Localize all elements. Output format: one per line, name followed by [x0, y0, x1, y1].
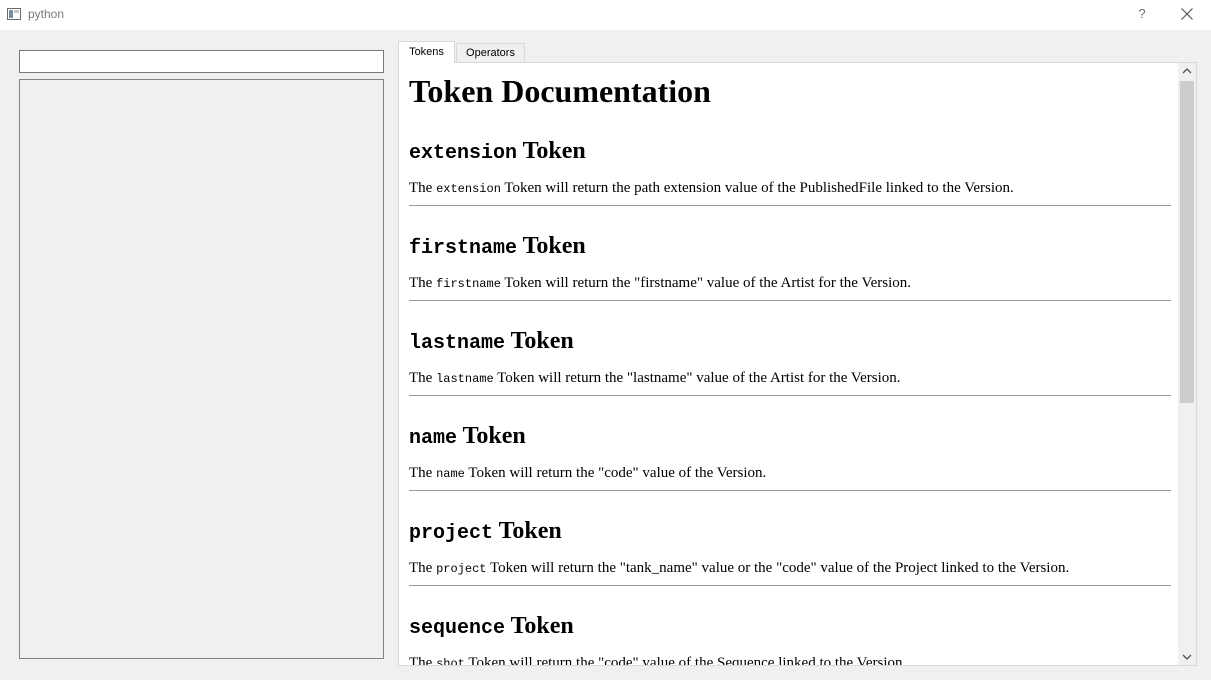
section-divider [409, 490, 1171, 491]
help-button[interactable]: ? [1130, 4, 1154, 24]
description-text: Token will return the "lastname" value o… [493, 370, 901, 386]
description-code: firstname [436, 277, 501, 291]
token-heading-suffix: Token [517, 233, 586, 259]
chevron-up-icon [1182, 68, 1192, 74]
scroll-down-button[interactable] [1178, 649, 1196, 665]
token-description: The project Token will return the "tank_… [409, 559, 1069, 578]
close-button[interactable] [1172, 4, 1202, 24]
token-heading: name Token [409, 422, 526, 453]
token-description: The extension Token will return the path… [409, 179, 1014, 198]
documentation-view[interactable]: Token Documentation extension Token The e… [398, 62, 1197, 666]
token-description: The shot Token will return the "code" va… [409, 654, 907, 666]
chevron-down-icon [1182, 654, 1192, 660]
token-section: extension Token The extension Token will … [409, 122, 1171, 217]
search-input[interactable] [19, 50, 384, 73]
description-text: The [409, 370, 437, 386]
token-description: The name Token will return the "code" va… [409, 464, 766, 483]
documentation-content: Token Documentation extension Token The e… [409, 63, 1171, 666]
token-name: sequence [409, 617, 506, 640]
token-heading: firstname Token [409, 232, 586, 263]
scroll-up-button[interactable] [1178, 63, 1196, 79]
token-section: lastname Token The lastname Token will re… [409, 312, 1171, 407]
token-name: lastname [409, 332, 506, 355]
description-text: Token will return the "code" value of th… [464, 465, 767, 481]
description-text: Token will return the path extension val… [500, 180, 1014, 196]
token-section: sequence Token The shot Token will return… [409, 597, 1171, 666]
description-text: Token will return the "firstname" value … [500, 275, 912, 291]
section-divider [409, 585, 1171, 586]
description-code: lastname [436, 372, 494, 386]
token-heading-suffix: Token [517, 138, 586, 164]
description-text: Token will return the "tank_name" value … [486, 560, 1070, 576]
doc-title: Token Documentation [409, 73, 711, 109]
token-name: firstname [409, 237, 518, 260]
description-code: shot [436, 657, 465, 666]
section-divider [409, 300, 1171, 301]
token-description: The firstname Token will return the "fir… [409, 274, 911, 293]
description-code: project [436, 562, 487, 576]
token-heading: extension Token [409, 137, 586, 168]
token-heading-suffix: Token [505, 613, 574, 639]
token-heading-suffix: Token [493, 518, 562, 544]
token-heading: lastname Token [409, 327, 574, 358]
token-name: extension [409, 142, 518, 165]
title-bar: python ? [0, 0, 1211, 30]
token-heading: project Token [409, 517, 562, 548]
section-divider [409, 395, 1171, 396]
description-text: The [409, 275, 437, 291]
description-text: Token will return the "code" value of th… [464, 655, 907, 666]
token-section: firstname Token The firstname Token will … [409, 217, 1171, 312]
description-text: The [409, 560, 437, 576]
token-heading: sequence Token [409, 612, 574, 643]
tab-tokens[interactable]: Tokens [398, 41, 455, 63]
tab-operators[interactable]: Operators [456, 43, 525, 64]
token-description: The lastname Token will return the "last… [409, 369, 901, 388]
close-icon [1181, 8, 1193, 20]
token-name: name [409, 427, 458, 450]
token-heading-suffix: Token [505, 328, 574, 354]
vertical-scrollbar[interactable] [1178, 63, 1196, 665]
section-divider [409, 205, 1171, 206]
description-code: extension [436, 182, 501, 196]
description-code: name [436, 467, 465, 481]
description-text: The [409, 465, 437, 481]
description-text: The [409, 655, 437, 666]
window-icon [7, 8, 21, 20]
description-text: The [409, 180, 437, 196]
token-section: name Token The name Token will return the… [409, 407, 1171, 502]
window-title: python [28, 7, 65, 21]
token-heading-suffix: Token [457, 423, 526, 449]
token-section: project Token The project Token will retu… [409, 502, 1171, 597]
token-list[interactable] [19, 79, 384, 659]
scrollbar-thumb[interactable] [1180, 81, 1194, 403]
token-name: project [409, 522, 494, 545]
